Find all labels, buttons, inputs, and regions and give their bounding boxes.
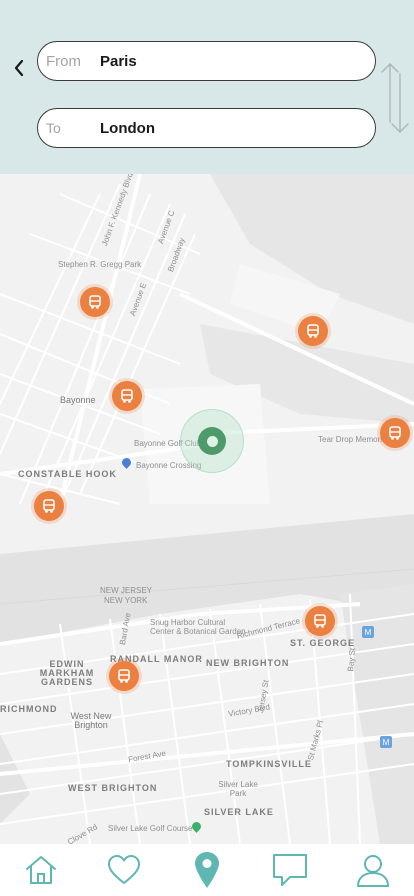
chat-bubble-icon xyxy=(272,854,307,886)
heart-icon xyxy=(108,855,141,884)
label-new-jersey: NEW JERSEY xyxy=(100,586,153,595)
bus-icon xyxy=(307,324,319,338)
to-value: London xyxy=(100,119,155,137)
nav-messages[interactable] xyxy=(268,848,312,892)
label-silver-lake-park: Silver Lake Park xyxy=(218,780,258,798)
label-west-new-brighton: West New Brighton xyxy=(70,711,112,730)
bus-icon xyxy=(43,499,55,513)
label-silver-lake-golf: Silver Lake Golf Course xyxy=(108,824,193,833)
nav-home[interactable] xyxy=(19,848,63,892)
bus-icon xyxy=(314,614,326,628)
swap-button[interactable] xyxy=(380,60,410,136)
label-bayonne: Bayonne xyxy=(60,395,96,405)
user-location-dot xyxy=(206,435,218,447)
label-richmond: RICHMOND xyxy=(0,704,58,714)
user-icon xyxy=(356,855,389,887)
label-silver-lake: SILVER LAKE xyxy=(204,807,274,817)
back-button[interactable] xyxy=(8,55,30,81)
label-snug-harbor: Snug Harbor Cultural Center & Botanical … xyxy=(150,618,246,636)
map-view[interactable]: Stephen R. Gregg Park Bayonne CONSTABLE … xyxy=(0,174,414,844)
bus-stop-marker[interactable] xyxy=(109,661,139,691)
bus-stop-marker[interactable] xyxy=(305,606,335,636)
label-west-brighton: WEST BRIGHTON xyxy=(68,783,158,793)
bus-stop-marker[interactable] xyxy=(380,418,410,448)
bus-stop-marker[interactable] xyxy=(298,316,328,346)
transit-marker-icon: M xyxy=(380,736,392,748)
label-constable-hook: CONSTABLE HOOK xyxy=(18,469,117,479)
user-location-marker[interactable] xyxy=(198,427,226,455)
from-value: Paris xyxy=(100,52,137,70)
label-new-brighton: NEW BRIGHTON xyxy=(206,658,290,668)
bus-icon xyxy=(389,426,401,440)
home-icon xyxy=(26,856,57,884)
nav-profile[interactable] xyxy=(351,848,395,892)
label-tear-drop: Tear Drop Memorial xyxy=(318,435,389,444)
search-header: From Paris To London xyxy=(0,0,414,174)
label-tompkinsville: TOMPKINSVILLE xyxy=(226,759,312,769)
nav-map[interactable] xyxy=(185,848,229,892)
chevron-left-icon xyxy=(14,59,24,77)
transit-marker-icon: M xyxy=(362,626,374,638)
label-stephen-park: Stephen R. Gregg Park xyxy=(58,260,142,269)
bus-icon xyxy=(118,669,130,683)
bus-stop-marker[interactable] xyxy=(80,287,110,317)
bus-stop-marker[interactable] xyxy=(34,491,64,521)
location-pin-icon xyxy=(194,852,219,888)
from-field[interactable]: From Paris xyxy=(37,41,376,81)
label-edwin-markham: EDWIN MARKHAM GARDENS xyxy=(39,659,95,687)
bus-icon xyxy=(121,389,133,403)
to-label: To xyxy=(46,120,61,136)
label-new-york: NEW YORK xyxy=(104,596,148,605)
to-field[interactable]: To London xyxy=(37,108,376,148)
bottom-nav xyxy=(0,844,414,896)
from-label: From xyxy=(46,52,81,70)
bus-icon xyxy=(89,295,101,309)
bus-stop-marker[interactable] xyxy=(112,381,142,411)
swap-vertical-icon xyxy=(381,63,409,133)
label-st-george: ST. GEORGE xyxy=(290,638,356,648)
nav-favorites[interactable] xyxy=(102,848,146,892)
